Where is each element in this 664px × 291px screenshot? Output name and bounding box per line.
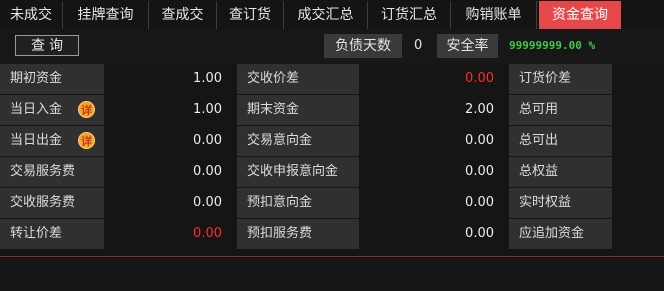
tab-trade-summary[interactable]: 成交汇总 xyxy=(284,1,368,29)
detail-icon[interactable]: 详 xyxy=(78,132,95,149)
daily-withdrawal-value: 0.00 xyxy=(105,126,236,156)
withheld-intent-deposit-value: 0.00 xyxy=(360,188,508,218)
tab-sales-bill[interactable]: 购销账单 xyxy=(451,1,537,29)
total-equity-value xyxy=(613,157,664,187)
withheld-intent-deposit-label: 预扣意向金 xyxy=(237,188,359,218)
delivery-declaration-deposit-label: 交收申报意向金 xyxy=(237,157,359,187)
delivery-spread-value: 0.00 xyxy=(360,64,508,94)
delivery-spread-label: 交收价差 xyxy=(237,64,359,94)
tab-order-summary[interactable]: 订货汇总 xyxy=(368,1,451,29)
funds-grid: 期初资金 1.00 交收价差 0.00 订货价差 当日入金 详 1.00 期末资… xyxy=(0,64,664,256)
table-row: 期初资金 1.00 交收价差 0.00 订货价差 xyxy=(0,64,664,95)
order-spread-value xyxy=(613,64,664,94)
debt-days-label: 负债天数 xyxy=(324,34,402,58)
transfer-spread-value: 0.00 xyxy=(105,219,236,249)
tab-funds-query[interactable]: 资金查询 xyxy=(539,1,621,29)
tab-order-query[interactable]: 查订货 xyxy=(217,1,284,29)
trade-intent-deposit-label: 交易意向金 xyxy=(237,126,359,156)
withheld-service-fee-value: 0.00 xyxy=(360,219,508,249)
table-row: 当日入金 详 1.00 期末资金 2.00 总可用 xyxy=(0,95,664,126)
tab-trade-query[interactable]: 查成交 xyxy=(149,1,217,29)
realtime-equity-label: 实时权益 xyxy=(509,188,612,218)
ending-funds-value: 2.00 xyxy=(360,95,508,125)
total-equity-label: 总权益 xyxy=(509,157,612,187)
query-button[interactable]: 查询 xyxy=(15,35,79,56)
empty-area xyxy=(0,256,664,291)
transfer-spread-label: 转让价差 xyxy=(0,219,104,249)
table-row: 当日出金 详 0.00 交易意向金 0.00 总可出 xyxy=(0,126,664,157)
realtime-equity-value xyxy=(613,188,664,218)
total-withdrawable-value xyxy=(613,126,664,156)
initial-funds-value: 1.00 xyxy=(105,64,236,94)
additional-funds-value xyxy=(613,219,664,249)
daily-deposit-value: 1.00 xyxy=(105,95,236,125)
tab-listing-query[interactable]: 挂牌查询 xyxy=(63,1,149,29)
toolbar: 查询 负债天数 0 安全率 99999999.00 % xyxy=(0,30,664,64)
tab-pending-orders[interactable]: 未成交 xyxy=(0,1,63,29)
delivery-service-fee-value: 0.00 xyxy=(105,188,236,218)
table-row: 交收服务费 0.00 预扣意向金 0.00 实时权益 xyxy=(0,188,664,219)
total-available-label: 总可用 xyxy=(509,95,612,125)
withheld-service-fee-label: 预扣服务费 xyxy=(237,219,359,249)
detail-icon[interactable]: 详 xyxy=(78,101,95,118)
total-withdrawable-label: 总可出 xyxy=(509,126,612,156)
delivery-service-fee-label: 交收服务费 xyxy=(0,188,104,218)
tab-bar: 未成交 挂牌查询 查成交 查订货 成交汇总 订货汇总 购销账单 资金查询 xyxy=(0,0,664,31)
table-row: 交易服务费 0.00 交收申报意向金 0.00 总权益 xyxy=(0,157,664,188)
safety-rate-label: 安全率 xyxy=(437,34,498,58)
initial-funds-label: 期初资金 xyxy=(0,64,104,94)
delivery-declaration-deposit-value: 0.00 xyxy=(360,157,508,187)
order-spread-label: 订货价差 xyxy=(509,64,612,94)
trade-intent-deposit-value: 0.00 xyxy=(360,126,508,156)
ending-funds-label: 期末资金 xyxy=(237,95,359,125)
safety-rate-value: 99999999.00 % xyxy=(509,39,596,52)
total-available-value xyxy=(613,95,664,125)
trade-service-fee-value: 0.00 xyxy=(105,157,236,187)
trade-service-fee-label: 交易服务费 xyxy=(0,157,104,187)
table-row: 转让价差 0.00 预扣服务费 0.00 应追加资金 xyxy=(0,219,664,250)
additional-funds-label: 应追加资金 xyxy=(509,219,612,249)
debt-days-value: 0 xyxy=(414,38,423,53)
